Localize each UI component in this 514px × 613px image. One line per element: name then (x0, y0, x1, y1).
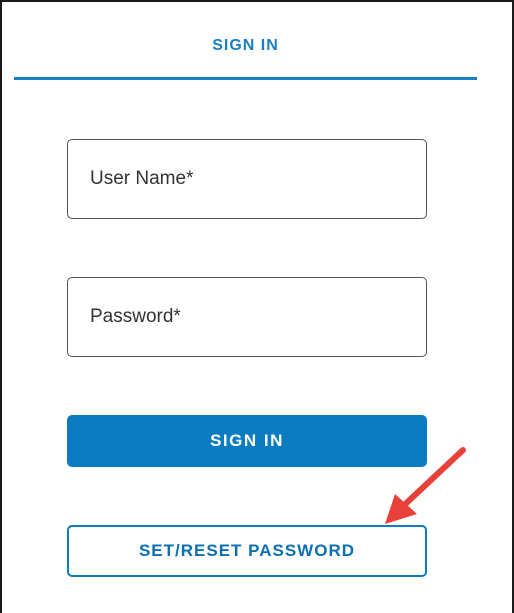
tab-sign-in[interactable]: SIGN IN (14, 2, 477, 80)
username-input[interactable] (68, 140, 426, 218)
active-tab-indicator (14, 77, 477, 80)
tab-sign-in-label: SIGN IN (212, 37, 279, 54)
username-field-box (67, 139, 427, 219)
red-arrow-icon (385, 447, 466, 524)
sign-in-panel: SIGN IN SIGN IN SET/RESET PASSWORD (0, 0, 514, 613)
set-reset-password-button[interactable]: SET/RESET PASSWORD (67, 525, 427, 577)
sign-in-button[interactable]: SIGN IN (67, 415, 427, 467)
password-input[interactable] (68, 278, 426, 356)
password-field-box (67, 277, 427, 357)
